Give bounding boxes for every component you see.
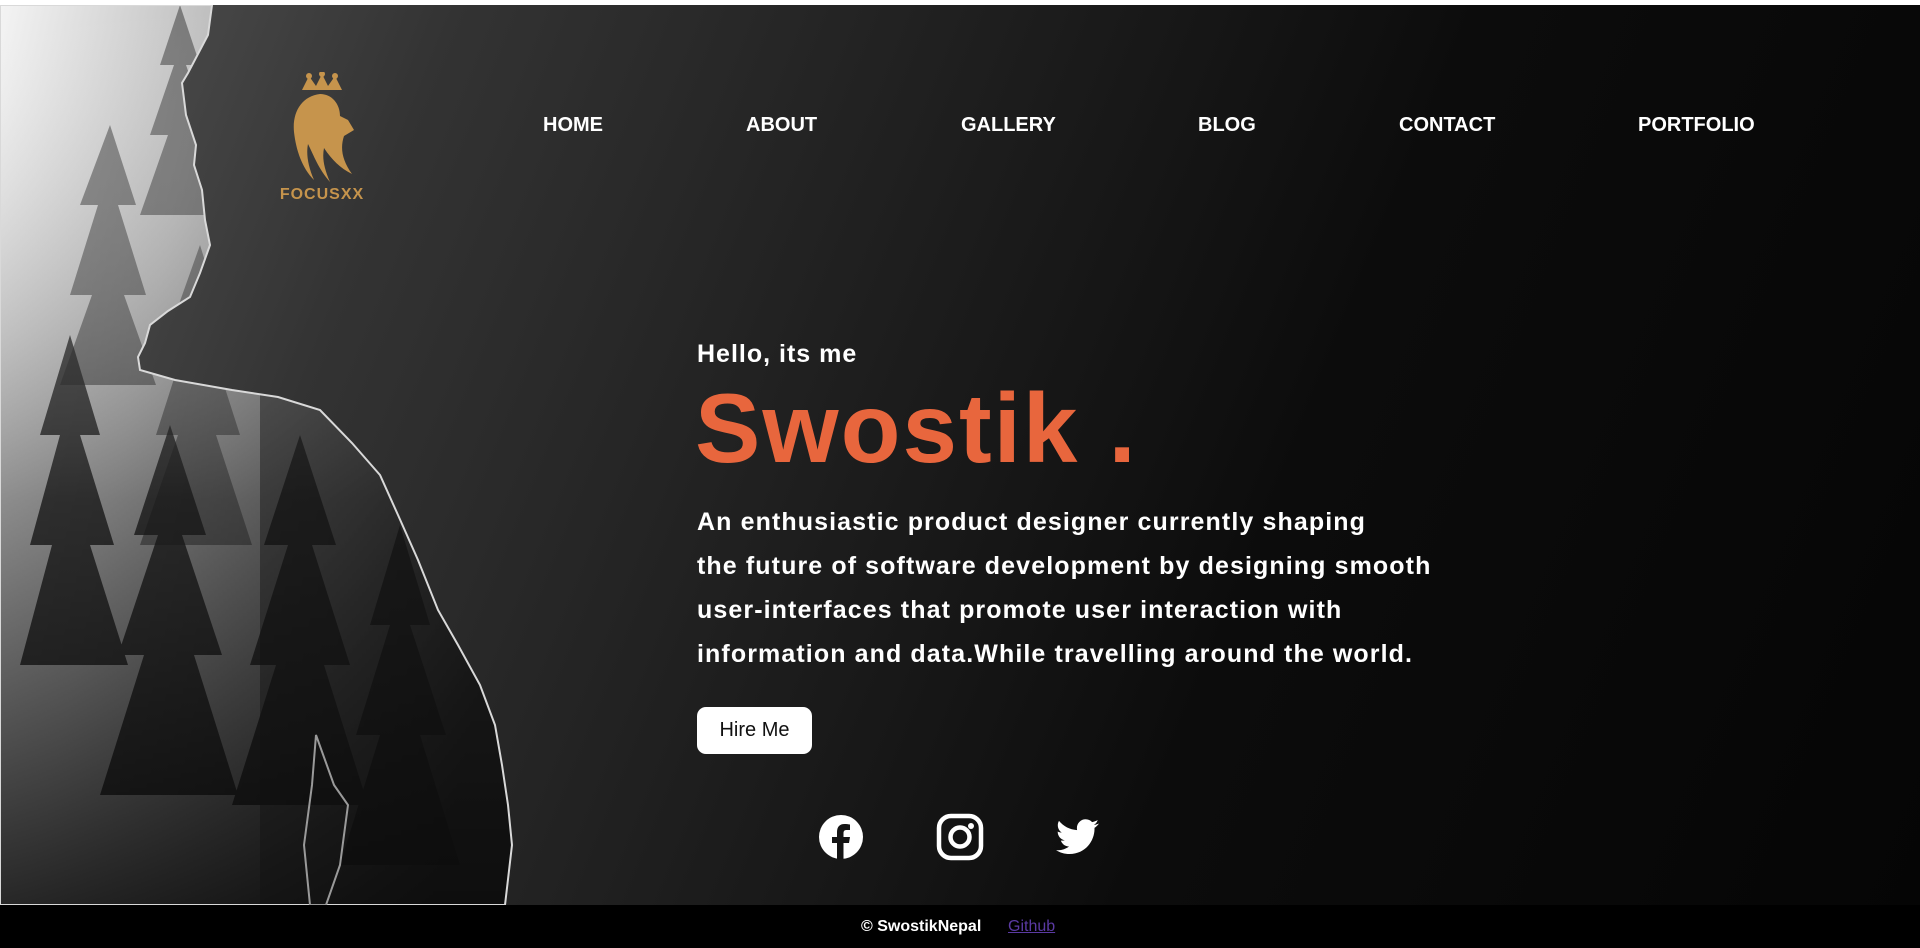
hero-greeting: Hello, its me <box>697 340 858 368</box>
nav-contact[interactable]: CONTACT <box>1399 114 1495 137</box>
bio-line: information and data.While travelling ar… <box>697 640 1414 668</box>
bio-line: the future of software development by de… <box>697 552 1432 580</box>
nav-gallery[interactable]: GALLERY <box>961 114 1056 137</box>
nav-home[interactable]: HOME <box>543 114 603 137</box>
nav-about[interactable]: ABOUT <box>746 114 817 137</box>
brand-name: FOCUSXX <box>279 186 365 203</box>
instagram-icon[interactable] <box>936 813 984 861</box>
hero-name: Swostik . <box>695 373 1138 483</box>
hero-bio: An enthusiastic product designer current… <box>697 500 1517 676</box>
copyright-text: © SwostikNepal <box>861 918 982 935</box>
github-link[interactable]: Github <box>1008 918 1055 936</box>
hire-me-button[interactable]: Hire Me <box>697 707 812 754</box>
footer: © SwostikNepal Github <box>0 905 1920 948</box>
bio-line: user-interfaces that promote user intera… <box>697 596 1343 624</box>
bio-line: An enthusiastic product designer current… <box>697 508 1366 536</box>
facebook-icon[interactable] <box>817 813 865 861</box>
nav-blog[interactable]: BLOG <box>1198 114 1256 137</box>
hero-section: FOCUSXX HOME ABOUT GALLERY BLOG CONTACT … <box>0 5 1920 905</box>
twitter-icon[interactable] <box>1053 813 1101 861</box>
nav-portfolio[interactable]: PORTFOLIO <box>1638 114 1755 137</box>
